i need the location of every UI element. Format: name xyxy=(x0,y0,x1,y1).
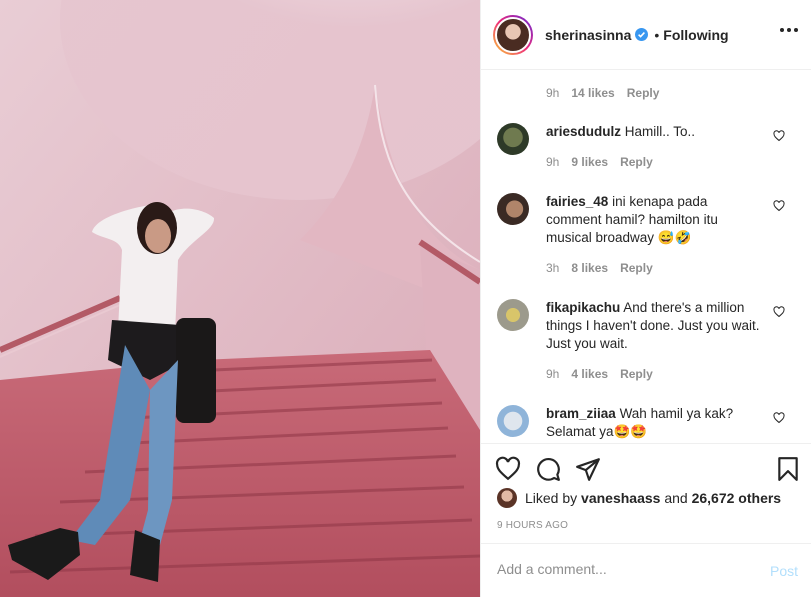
comment-body: ariesdudulz Hamill.. To.. xyxy=(546,123,766,141)
comment-body: fairies_48 ini kenapa pada comment hamil… xyxy=(546,193,766,247)
commenter-username[interactable]: fikapikachu xyxy=(546,300,620,315)
post-comment-button[interactable]: Post xyxy=(770,563,798,579)
share-icon[interactable] xyxy=(575,456,601,482)
reply-button[interactable]: Reply xyxy=(620,367,653,381)
following-button[interactable]: Following xyxy=(663,27,728,43)
comment-meta: 9h 4 likes Reply xyxy=(546,367,653,381)
heart-icon[interactable] xyxy=(495,456,521,482)
post-details-panel: sherinasinna • Following 9h 14 likes Rep… xyxy=(480,0,811,597)
comment-body: bram_ziiaa Wah hamil ya kak? Selamat ya🤩… xyxy=(546,405,766,441)
comment-like-icon[interactable] xyxy=(773,412,785,424)
comment-likes[interactable]: 14 likes xyxy=(571,86,614,100)
commenter-username[interactable]: fairies_48 xyxy=(546,194,608,209)
comment-like-icon[interactable] xyxy=(773,200,785,212)
comment-body: fikapikachu And there's a million things… xyxy=(546,299,766,353)
comment-likes[interactable]: 9 likes xyxy=(571,155,608,169)
comment-meta: 9h 14 likes Reply xyxy=(546,86,659,100)
verified-badge-icon xyxy=(635,28,649,41)
liker-username[interactable]: vaneshaass xyxy=(581,490,660,506)
likes-summary: Liked by vaneshaass and 26,672 others xyxy=(497,488,781,508)
comment-composer: Post xyxy=(481,543,811,597)
comment-time: 9h xyxy=(546,367,560,381)
comment-likes[interactable]: 8 likes xyxy=(571,261,608,275)
liker-avatar[interactable] xyxy=(497,488,517,508)
comment-like-icon[interactable] xyxy=(773,130,785,142)
commenter-avatar[interactable] xyxy=(497,193,529,225)
commenter-avatar[interactable] xyxy=(497,405,529,437)
reply-button[interactable]: Reply xyxy=(620,261,653,275)
comment-input[interactable] xyxy=(497,561,737,577)
post-header: sherinasinna • Following xyxy=(481,0,811,70)
comment-likes[interactable]: 4 likes xyxy=(571,367,608,381)
author-username[interactable]: sherinasinna xyxy=(545,27,631,43)
separator-dot: • xyxy=(654,26,660,43)
more-options-icon[interactable] xyxy=(780,28,798,34)
comment-time: 3h xyxy=(546,261,560,275)
comments-list[interactable]: 9h 14 likes Reply ariesdudulz Hamill.. T… xyxy=(481,71,811,442)
post-actions-bar xyxy=(481,443,811,491)
post-image xyxy=(0,0,480,597)
likes-conjunction: and xyxy=(664,490,688,506)
likes-prefix: Liked by xyxy=(525,490,578,506)
commenter-avatar[interactable] xyxy=(497,299,529,331)
post-timestamp[interactable]: 9 HOURS AGO xyxy=(497,520,568,531)
comment-time: 9h xyxy=(546,155,560,169)
comment-icon[interactable] xyxy=(535,456,561,482)
comment-text: Hamill.. To.. xyxy=(624,124,696,139)
reply-button[interactable]: Reply xyxy=(627,86,660,100)
reply-button[interactable]: Reply xyxy=(620,155,653,169)
bookmark-icon[interactable] xyxy=(775,456,801,482)
likes-count[interactable]: 26,672 others xyxy=(692,490,782,506)
commenter-avatar[interactable] xyxy=(497,123,529,155)
post-photo[interactable] xyxy=(0,0,480,597)
comment-meta: 9h 9 likes Reply xyxy=(546,155,653,169)
author-avatar[interactable] xyxy=(493,14,533,55)
comment-time: 9h xyxy=(546,86,560,100)
comment-like-icon[interactable] xyxy=(773,306,785,318)
commenter-username[interactable]: bram_ziiaa xyxy=(546,406,616,421)
comment-meta: 3h 8 likes Reply xyxy=(546,261,653,275)
commenter-username[interactable]: ariesdudulz xyxy=(546,124,621,139)
